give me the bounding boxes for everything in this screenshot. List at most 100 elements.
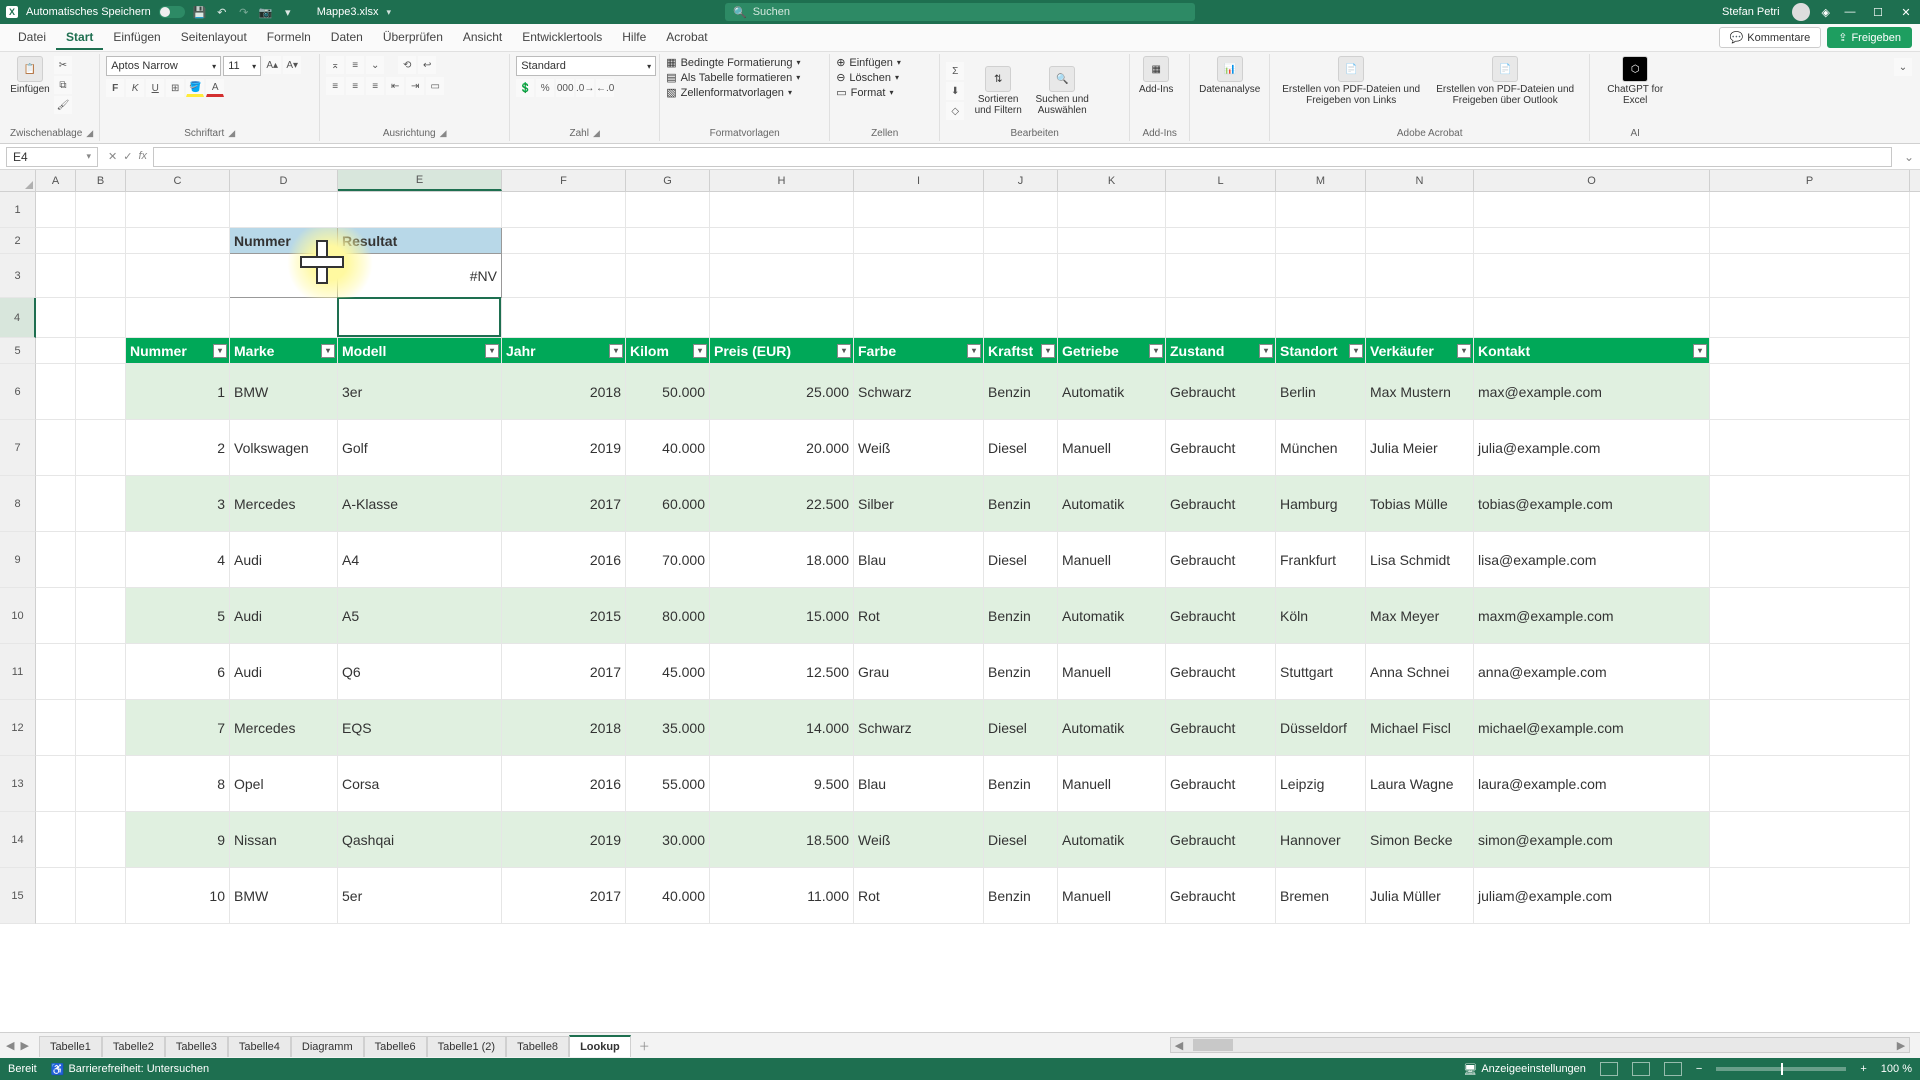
scroll-thumb[interactable] — [1193, 1039, 1233, 1051]
table-cell[interactable]: 20.000 — [710, 420, 854, 476]
cell[interactable] — [626, 298, 710, 338]
filter-dropdown-icon[interactable]: ▾ — [485, 344, 499, 358]
cell[interactable] — [1166, 228, 1276, 254]
ribbon-tab-daten[interactable]: Daten — [321, 26, 373, 50]
cell[interactable] — [126, 192, 230, 228]
cell[interactable] — [1710, 228, 1910, 254]
table-cell[interactable]: 9.500 — [710, 756, 854, 812]
column-header[interactable]: O — [1474, 170, 1710, 191]
table-cell[interactable]: Hannover — [1276, 812, 1366, 868]
accounting-icon[interactable]: 💲 — [516, 79, 534, 97]
table-cell[interactable]: Gebraucht — [1166, 644, 1276, 700]
table-header[interactable]: Marke▾ — [230, 338, 338, 364]
table-cell[interactable]: Automatik — [1058, 812, 1166, 868]
cell[interactable] — [338, 192, 502, 228]
accept-formula-icon[interactable]: ✓ — [123, 150, 132, 163]
cell[interactable] — [126, 298, 230, 338]
new-sheet-button[interactable]: ＋ — [631, 1034, 658, 1058]
fill-color-icon[interactable]: 🪣 — [186, 79, 204, 97]
chevron-down-icon[interactable]: ▾ — [86, 151, 91, 162]
cell[interactable] — [1710, 298, 1910, 338]
thousands-icon[interactable]: 000 — [556, 79, 574, 97]
sheet-tab[interactable]: Tabelle1 — [39, 1036, 102, 1057]
cell[interactable]: Nummer — [230, 228, 338, 254]
increase-decimal-icon[interactable]: .0→ — [576, 79, 594, 97]
cell[interactable] — [1710, 812, 1910, 868]
table-header[interactable]: Getriebe▾ — [1058, 338, 1166, 364]
cut-icon[interactable]: ✂ — [54, 56, 72, 74]
table-cell[interactable]: Grau — [854, 644, 984, 700]
search-box[interactable]: 🔍 Suchen — [725, 3, 1195, 21]
table-cell[interactable]: Benzin — [984, 756, 1058, 812]
table-cell[interactable]: 2017 — [502, 868, 626, 924]
table-cell[interactable]: max@example.com — [1474, 364, 1710, 420]
table-cell[interactable]: Gebraucht — [1166, 868, 1276, 924]
table-cell[interactable]: A4 — [338, 532, 502, 588]
addins-button[interactable]: ▦Add-Ins — [1136, 56, 1176, 95]
table-cell[interactable]: laura@example.com — [1474, 756, 1710, 812]
cell[interactable] — [1474, 298, 1710, 338]
cell[interactable] — [36, 644, 76, 700]
column-header[interactable]: I — [854, 170, 984, 191]
cell[interactable] — [1058, 298, 1166, 338]
table-cell[interactable]: Audi — [230, 588, 338, 644]
row-header[interactable]: 12 — [0, 700, 36, 756]
zoom-in-icon[interactable]: + — [1860, 1063, 1866, 1075]
cell[interactable] — [1710, 756, 1910, 812]
sheet-tab[interactable]: Tabelle3 — [165, 1036, 228, 1057]
cell[interactable] — [76, 254, 126, 298]
row-header[interactable]: 5 — [0, 338, 36, 364]
cell[interactable] — [36, 254, 76, 298]
table-cell[interactable]: Anna Schnei — [1366, 644, 1474, 700]
dialog-launcher-icon[interactable]: ◢ — [86, 128, 93, 139]
cell[interactable] — [76, 420, 126, 476]
table-cell[interactable]: Manuell — [1058, 644, 1166, 700]
table-cell[interactable]: Automatik — [1058, 588, 1166, 644]
align-left-icon[interactable]: ≡ — [326, 77, 344, 95]
increase-indent-icon[interactable]: ⇥ — [406, 77, 424, 95]
font-name-select[interactable]: Aptos Narrow▾ — [106, 56, 221, 76]
filter-dropdown-icon[interactable]: ▾ — [1457, 344, 1471, 358]
table-header[interactable]: Kilom▾ — [626, 338, 710, 364]
cell[interactable] — [502, 228, 626, 254]
dialog-launcher-icon[interactable]: ◢ — [593, 128, 600, 139]
underline-icon[interactable]: U — [146, 79, 164, 97]
cell[interactable] — [1710, 644, 1910, 700]
table-header[interactable]: Standort▾ — [1276, 338, 1366, 364]
formula-bar[interactable] — [153, 147, 1892, 167]
cell[interactable] — [76, 532, 126, 588]
table-cell[interactable]: 30.000 — [626, 812, 710, 868]
cell[interactable] — [1366, 298, 1474, 338]
fx-icon[interactable]: fx — [138, 150, 147, 163]
table-cell[interactable]: Max Mustern — [1366, 364, 1474, 420]
normal-view-icon[interactable] — [1600, 1062, 1618, 1076]
cell[interactable] — [126, 254, 230, 298]
column-header[interactable]: L — [1166, 170, 1276, 191]
cell[interactable] — [1474, 254, 1710, 298]
table-cell[interactable]: 10 — [126, 868, 230, 924]
cell[interactable] — [1058, 228, 1166, 254]
table-cell[interactable]: 2016 — [502, 532, 626, 588]
row-header[interactable]: 1 — [0, 192, 36, 228]
table-cell[interactable]: Tobias Mülle — [1366, 476, 1474, 532]
cell[interactable] — [1058, 192, 1166, 228]
table-cell[interactable]: Gebraucht — [1166, 700, 1276, 756]
cell[interactable] — [1710, 364, 1910, 420]
table-cell[interactable]: Gebraucht — [1166, 588, 1276, 644]
copy-icon[interactable]: ⧉ — [54, 76, 72, 94]
scroll-right-icon[interactable]: ▶ — [1893, 1039, 1909, 1052]
filter-dropdown-icon[interactable]: ▾ — [1149, 344, 1163, 358]
table-cell[interactable]: 2019 — [502, 812, 626, 868]
cell[interactable] — [710, 228, 854, 254]
table-cell[interactable]: 11.000 — [710, 868, 854, 924]
cell[interactable] — [36, 812, 76, 868]
cell[interactable] — [854, 192, 984, 228]
sheet-tab[interactable]: Tabelle8 — [506, 1036, 569, 1057]
cell[interactable] — [36, 588, 76, 644]
table-cell[interactable]: Mercedes — [230, 476, 338, 532]
minimize-icon[interactable]: — — [1842, 4, 1858, 20]
cell[interactable] — [1710, 254, 1910, 298]
table-cell[interactable]: michael@example.com — [1474, 700, 1710, 756]
autosave-toggle[interactable] — [159, 6, 185, 18]
ribbon-tab-datei[interactable]: Datei — [8, 26, 56, 50]
